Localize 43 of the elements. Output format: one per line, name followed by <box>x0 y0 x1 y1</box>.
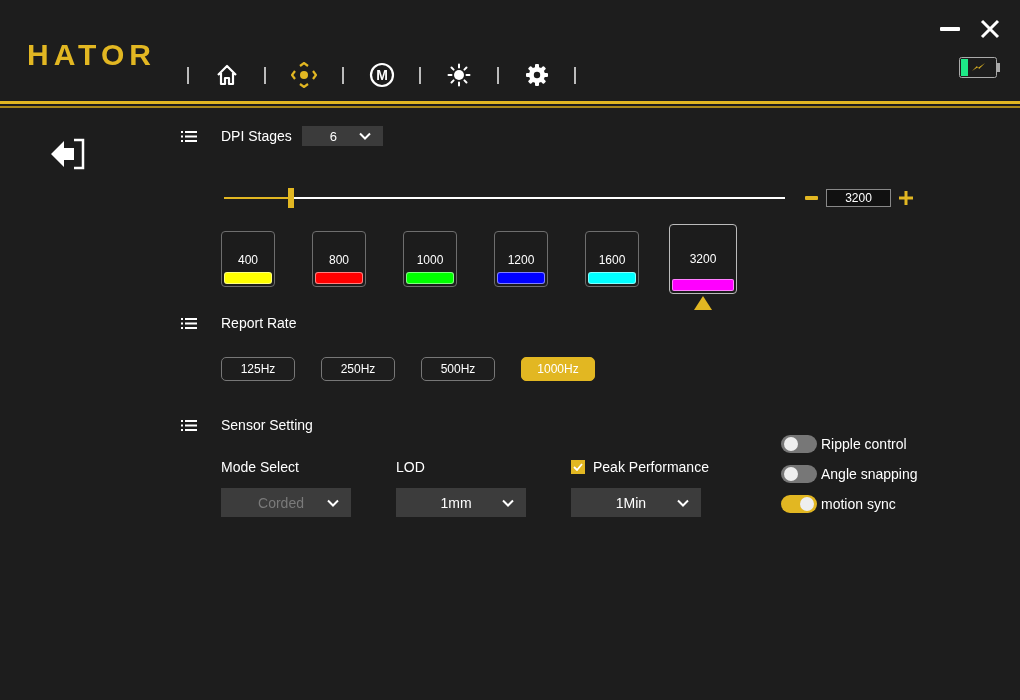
increase-button[interactable] <box>899 191 913 205</box>
dpi-stage[interactable]: 800 <box>312 231 366 287</box>
dpi-stage[interactable]: 1200 <box>494 231 548 287</box>
close-button[interactable] <box>980 19 1000 39</box>
dpi-stage[interactable]: 1000 <box>403 231 457 287</box>
rate-button[interactable]: 250Hz <box>321 357 395 381</box>
dropdown[interactable]: 1Min <box>571 488 701 517</box>
section-title: Sensor Setting <box>221 417 313 433</box>
nav-tab[interactable]: M <box>343 62 420 88</box>
logo: HATOR <box>27 38 156 72</box>
toggle-label: motion sync <box>821 496 896 512</box>
battery-icon <box>959 57 1000 78</box>
section-title: Report Rate <box>221 315 297 331</box>
chevron-down-icon <box>502 498 514 507</box>
field-label: Mode Select <box>221 459 299 475</box>
stages-dropdown[interactable]: 6 <box>301 126 383 146</box>
section-title: DPI Stages <box>221 128 292 144</box>
rate-button[interactable]: 125Hz <box>221 357 295 381</box>
list-icon <box>181 317 197 329</box>
settings-icon <box>524 63 549 87</box>
checkbox[interactable] <box>571 460 585 474</box>
chevron-down-icon <box>677 498 689 507</box>
toggle-switch[interactable] <box>781 435 817 453</box>
dpi-value-field[interactable]: 3200 <box>826 189 891 207</box>
pointer-icon <box>694 296 712 310</box>
dpi-stage[interactable]: 1600 <box>585 231 639 287</box>
field-label: Peak Performance <box>593 459 709 475</box>
list-icon <box>181 419 197 431</box>
dpi-stage[interactable]: 400 <box>221 231 275 287</box>
list-icon <box>181 130 197 142</box>
toggle-label: Angle snapping <box>821 466 918 482</box>
crosshair-icon <box>291 62 318 88</box>
toggle-switch[interactable] <box>781 495 817 513</box>
toggle-switch[interactable] <box>781 465 817 483</box>
field-label: LOD <box>396 459 425 475</box>
toggle-label: Ripple control <box>821 436 907 452</box>
macro-icon: M <box>368 62 395 88</box>
exit-button[interactable] <box>50 138 86 170</box>
chevron-down-icon <box>358 132 371 140</box>
sun-icon <box>447 63 472 87</box>
dropdown[interactable]: 1mm <box>396 488 526 517</box>
rate-button[interactable]: 500Hz <box>421 357 495 381</box>
chevron-down-icon <box>327 498 339 507</box>
